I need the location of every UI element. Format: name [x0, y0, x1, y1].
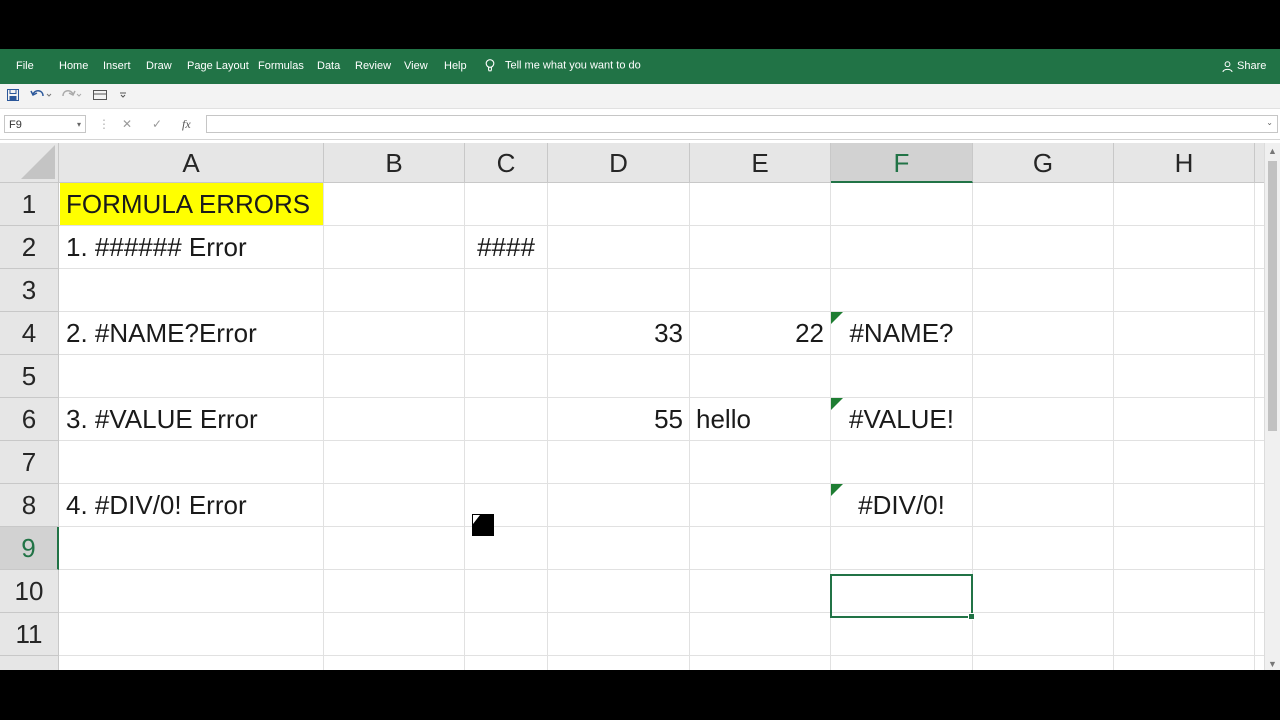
gridline: [59, 526, 1264, 527]
mouse-cursor-icon: [472, 514, 494, 536]
column-header-h[interactable]: H: [1114, 143, 1255, 183]
cell-f8[interactable]: #DIV/0!: [831, 484, 972, 526]
row-header-3[interactable]: 3: [0, 269, 59, 312]
row-header-12[interactable]: [0, 656, 59, 670]
fill-handle[interactable]: [968, 613, 975, 620]
cell-d4[interactable]: 33: [548, 312, 689, 354]
chevron-down-icon[interactable]: ▾: [77, 116, 81, 134]
row-header-6[interactable]: 6: [0, 398, 59, 441]
formula-input[interactable]: ⌄: [206, 115, 1278, 133]
column-header-f[interactable]: F: [831, 143, 973, 183]
worksheet-grid: A B C D E F G H 1 2 3 4 5 6 7 8 9 10 11: [0, 143, 1264, 670]
active-cell-f9[interactable]: [830, 574, 975, 620]
cancel-icon[interactable]: ✕: [122, 117, 132, 131]
gridline: [59, 569, 1264, 570]
column-header-e[interactable]: E: [690, 143, 831, 183]
name-box[interactable]: F9 ▾: [4, 115, 86, 133]
name-box-value: F9: [9, 119, 22, 131]
vertical-scrollbar[interactable]: ▲ ▼: [1264, 143, 1280, 670]
tell-me-text: Tell me what you want to do: [505, 59, 641, 72]
scrollbar-thumb[interactable]: [1268, 161, 1277, 431]
row-header-9[interactable]: 9: [0, 527, 59, 570]
column-header-b[interactable]: B: [324, 143, 465, 183]
scroll-up-icon[interactable]: ▲: [1268, 146, 1277, 156]
tab-view[interactable]: View: [404, 60, 428, 72]
gridline: [59, 655, 1264, 656]
column-header-g[interactable]: G: [973, 143, 1114, 183]
tab-insert[interactable]: Insert: [103, 60, 131, 72]
scroll-down-icon[interactable]: ▼: [1268, 659, 1277, 669]
column-header-c[interactable]: C: [465, 143, 548, 183]
cell-c2[interactable]: ####: [465, 226, 547, 268]
column-header-a[interactable]: A: [59, 143, 324, 183]
gridline: [59, 440, 1264, 441]
cursor-arrow: [473, 515, 480, 524]
quick-access-toolbar: [0, 84, 1280, 109]
undo-icon[interactable]: [30, 88, 52, 102]
cell-d6[interactable]: 55: [548, 398, 689, 440]
tell-me-box[interactable]: Tell me what you want to do: [485, 59, 641, 72]
tab-home[interactable]: Home: [59, 60, 88, 72]
gridline: [59, 354, 1264, 355]
share-button[interactable]: Share: [1222, 60, 1266, 72]
ribbon-tabs: File Home Insert Draw Page Layout Formul…: [0, 49, 1280, 84]
save-icon[interactable]: [7, 88, 19, 102]
row-header-5[interactable]: 5: [0, 355, 59, 398]
customize-icon[interactable]: [120, 88, 126, 102]
enter-icon[interactable]: ✓: [152, 117, 162, 131]
cell-f4[interactable]: #NAME?: [831, 312, 972, 354]
more-icon: ⋮: [98, 117, 110, 131]
tab-formulas[interactable]: Formulas: [258, 60, 304, 72]
share-label: Share: [1237, 60, 1267, 72]
gridline: [59, 268, 1264, 269]
cell-a6[interactable]: 3. #VALUE Error: [60, 398, 460, 440]
row-header-1[interactable]: 1: [0, 183, 59, 226]
tab-file[interactable]: File: [16, 60, 34, 72]
tab-data[interactable]: Data: [317, 60, 340, 72]
column-header-i[interactable]: [1255, 143, 1264, 183]
row-header-11[interactable]: 11: [0, 613, 59, 656]
cell-f6[interactable]: #VALUE!: [831, 398, 972, 440]
excel-window: File Home Insert Draw Page Layout Formul…: [0, 49, 1280, 670]
function-icon[interactable]: fx: [182, 117, 191, 132]
gridline: [59, 612, 1264, 613]
redo-icon[interactable]: [60, 88, 82, 102]
form-icon[interactable]: [93, 88, 107, 102]
cell-a2[interactable]: 1. ###### Error: [60, 226, 460, 268]
tab-page-layout[interactable]: Page Layout: [187, 60, 249, 72]
row-header-4[interactable]: 4: [0, 312, 59, 355]
gridline: [1254, 183, 1255, 670]
column-header-d[interactable]: D: [548, 143, 690, 183]
error-indicator-icon[interactable]: [831, 398, 843, 410]
cell-e6[interactable]: hello: [690, 398, 830, 440]
gridline: [1113, 183, 1114, 670]
person-icon: [1222, 60, 1233, 72]
cell-a4[interactable]: 2. #NAME?Error: [60, 312, 460, 354]
row-header-2[interactable]: 2: [0, 226, 59, 269]
cell-e4[interactable]: 22: [690, 312, 830, 354]
row-header-10[interactable]: 10: [0, 570, 59, 613]
tab-review[interactable]: Review: [355, 60, 391, 72]
lightbulb-icon: [485, 59, 495, 72]
tab-draw[interactable]: Draw: [146, 60, 172, 72]
cell-a8[interactable]: 4. #DIV/0! Error: [60, 484, 460, 526]
select-all-triangle: [21, 145, 55, 179]
row-header-8[interactable]: 8: [0, 484, 59, 527]
expand-formula-icon[interactable]: ⌄: [1266, 118, 1273, 127]
error-indicator-icon[interactable]: [831, 312, 843, 324]
cell-a1[interactable]: FORMULA ERRORS: [60, 183, 323, 225]
row-header-7[interactable]: 7: [0, 441, 59, 484]
error-indicator-icon[interactable]: [831, 484, 843, 496]
select-all-button[interactable]: [0, 143, 59, 183]
tab-help[interactable]: Help: [444, 60, 467, 72]
formula-bar: F9 ▾ ⋮ ✕ ✓ fx ⌄: [0, 109, 1280, 140]
